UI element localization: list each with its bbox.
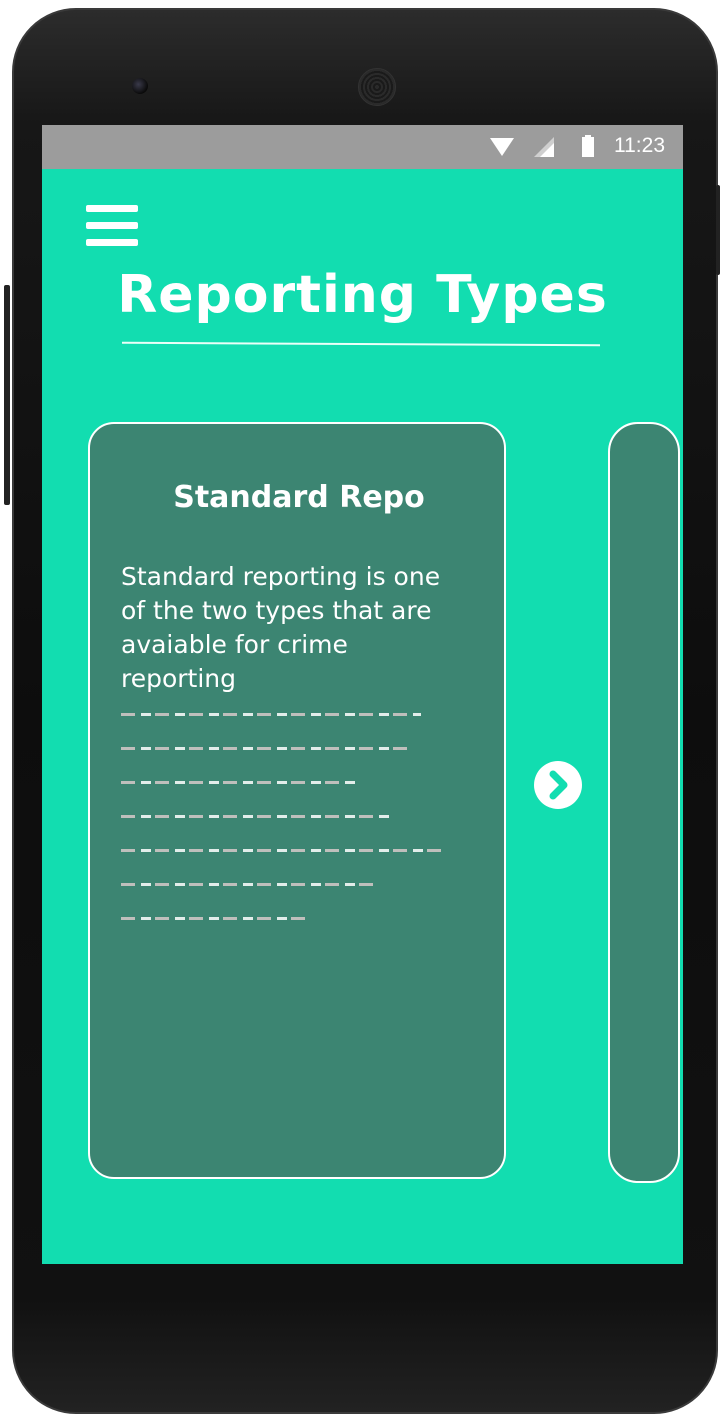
placeholder-text-line (121, 883, 379, 886)
chevron-right-icon (549, 770, 568, 800)
battery-icon (582, 135, 594, 157)
volume-button (4, 285, 10, 505)
placeholder-text-line (121, 849, 441, 852)
placeholder-text-line (121, 713, 421, 716)
report-type-card[interactable]: Standard Repo Standard reporting is one … (88, 422, 506, 1179)
card-description: Standard reporting is one of the two typ… (121, 562, 441, 693)
placeholder-text-line (121, 917, 307, 920)
title-underline (121, 341, 601, 347)
front-camera (132, 78, 148, 94)
wifi-icon (490, 138, 514, 156)
earpiece-speaker (358, 68, 396, 106)
status-bar: 11:23 (42, 125, 683, 169)
next-report-type-card[interactable] (608, 422, 680, 1183)
placeholder-text-line (121, 781, 359, 784)
power-button (716, 185, 720, 275)
status-time: 11:23 (614, 134, 665, 157)
next-card-button[interactable] (534, 761, 582, 809)
hamburger-menu-icon[interactable] (86, 205, 138, 247)
page-title: Reporting Types (117, 265, 608, 325)
placeholder-text-line (121, 747, 411, 750)
placeholder-text-line (121, 815, 391, 818)
card-title: Standard Repo (173, 480, 425, 515)
signal-icon (534, 137, 554, 157)
app-screen: 11:23 Reporting Types Standard Repo Stan… (42, 125, 683, 1264)
